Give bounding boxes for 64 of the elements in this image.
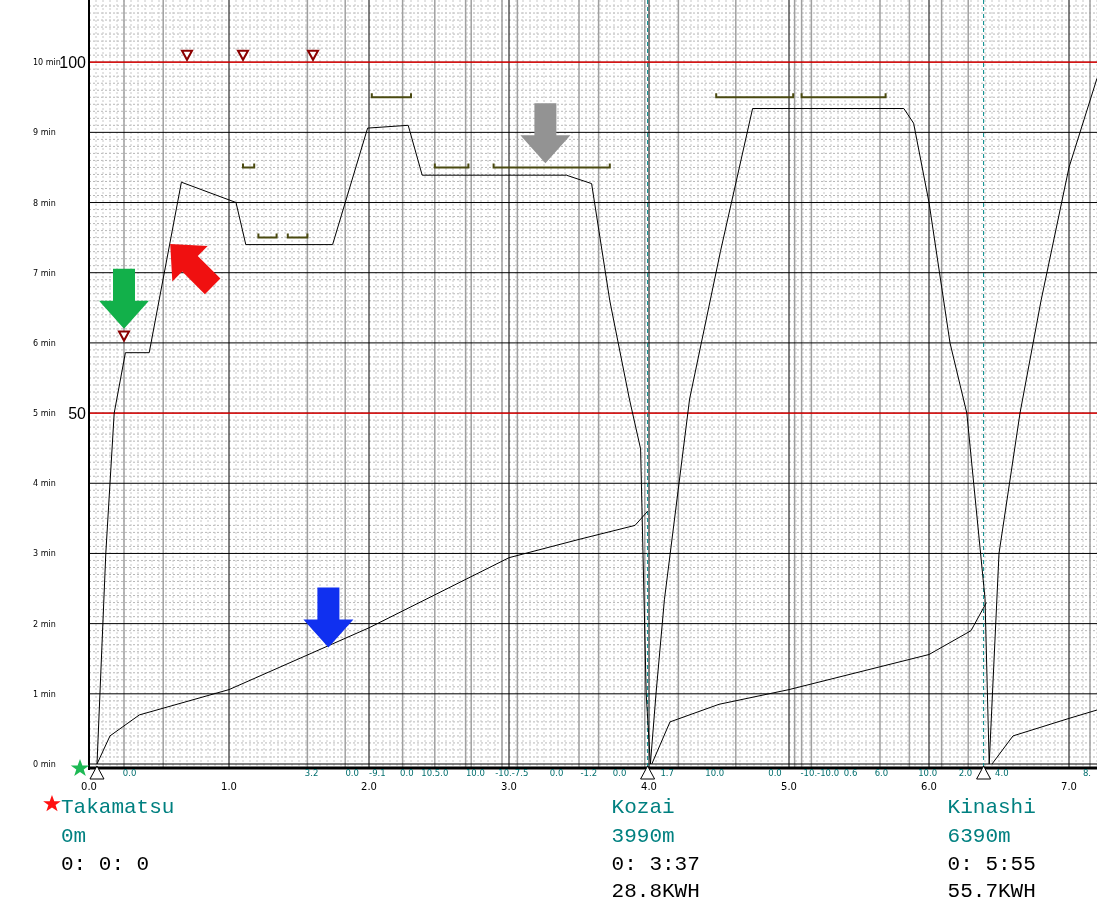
speed-label: 100 xyxy=(59,54,86,72)
gradient-label: 0.0 xyxy=(122,768,137,778)
speed-limit-bracket xyxy=(286,232,309,239)
gradient-label: -10.-7.5 xyxy=(495,768,529,778)
gradient-label: 10.0 xyxy=(918,768,938,778)
tick-label: 3 min xyxy=(33,549,56,559)
tick-label: 2.0 xyxy=(361,781,377,792)
tick-label: 5.0 xyxy=(781,781,797,792)
station-time: 0: 0: 0 xyxy=(61,853,150,876)
tick-label: 1.0 xyxy=(221,781,237,792)
gradient-label: 0.0 xyxy=(345,768,359,778)
tick-label: 3.0 xyxy=(501,781,517,792)
station-distance: 0m xyxy=(61,825,87,848)
station-distance: 3990m xyxy=(611,825,675,848)
speed-limit-bracket xyxy=(242,162,256,169)
gradient-label: 10.0 xyxy=(705,768,725,778)
tick-label: 0.0 xyxy=(81,781,97,792)
star-icon xyxy=(70,759,90,777)
station-energy: 28.8KWH xyxy=(611,880,700,903)
gradient-label: 4.0 xyxy=(995,768,1009,778)
triangle-icon xyxy=(236,49,250,62)
station-name: Kozai xyxy=(611,796,675,819)
speed-label: 50 xyxy=(68,405,86,423)
tick-label: 5 min xyxy=(33,409,56,419)
station-time: 0: 3:37 xyxy=(611,853,700,876)
gradient-label: 2.0 xyxy=(958,768,973,778)
gradient-label: -1.2 xyxy=(580,768,598,778)
gradient-label: 6.0 xyxy=(874,768,889,778)
station-energy: 55.7KWH xyxy=(947,880,1036,903)
tick-label: 1 min xyxy=(33,689,56,699)
gradient-label: 1.7 xyxy=(660,768,674,778)
tick-label: 8 min xyxy=(33,198,56,208)
tick-label: 7.0 xyxy=(1061,781,1077,792)
speed-limit-bracket xyxy=(433,162,470,169)
gradient-label: 0.6 xyxy=(843,768,858,778)
tick-label: 4.0 xyxy=(641,781,657,792)
star-icon xyxy=(43,795,61,812)
tick-label: 2 min xyxy=(33,619,56,629)
station-time: 0: 5:55 xyxy=(947,853,1036,876)
triangle-icon xyxy=(306,49,320,62)
gradient-label: 3.2 xyxy=(304,768,319,778)
gradient-label: 0.0 xyxy=(612,768,627,778)
gradient-label: 0.0 xyxy=(549,768,564,778)
gradient-label: 0.0 xyxy=(768,768,782,778)
station-distance: 6390m xyxy=(947,825,1011,848)
gradient-label: -10.-10.0 xyxy=(800,768,840,778)
triangle-icon xyxy=(117,330,131,343)
tick-label: 7 min xyxy=(33,268,56,278)
tick-label: 10 min xyxy=(33,58,61,68)
speed-limit-bracket xyxy=(370,92,412,99)
gradient-label: 10.5.0 xyxy=(421,768,449,778)
gradient-label: 0.0 xyxy=(400,768,414,778)
tick-label: 9 min xyxy=(33,128,56,138)
tick-label: 0 min xyxy=(33,760,56,769)
tick-label: 4 min xyxy=(33,479,56,489)
tick-label: 6.0 xyxy=(921,781,937,792)
gradient-label: 8. xyxy=(1082,768,1092,778)
station-name: Kinashi xyxy=(947,796,1036,819)
triangle-icon xyxy=(180,49,194,62)
gradient-label: -9.1 xyxy=(369,768,386,778)
station-name: Takamatsu xyxy=(61,796,175,819)
gradient-label: 10.0 xyxy=(465,768,485,778)
speed-limit-bracket xyxy=(257,232,278,239)
tick-label: 6 min xyxy=(33,338,56,348)
